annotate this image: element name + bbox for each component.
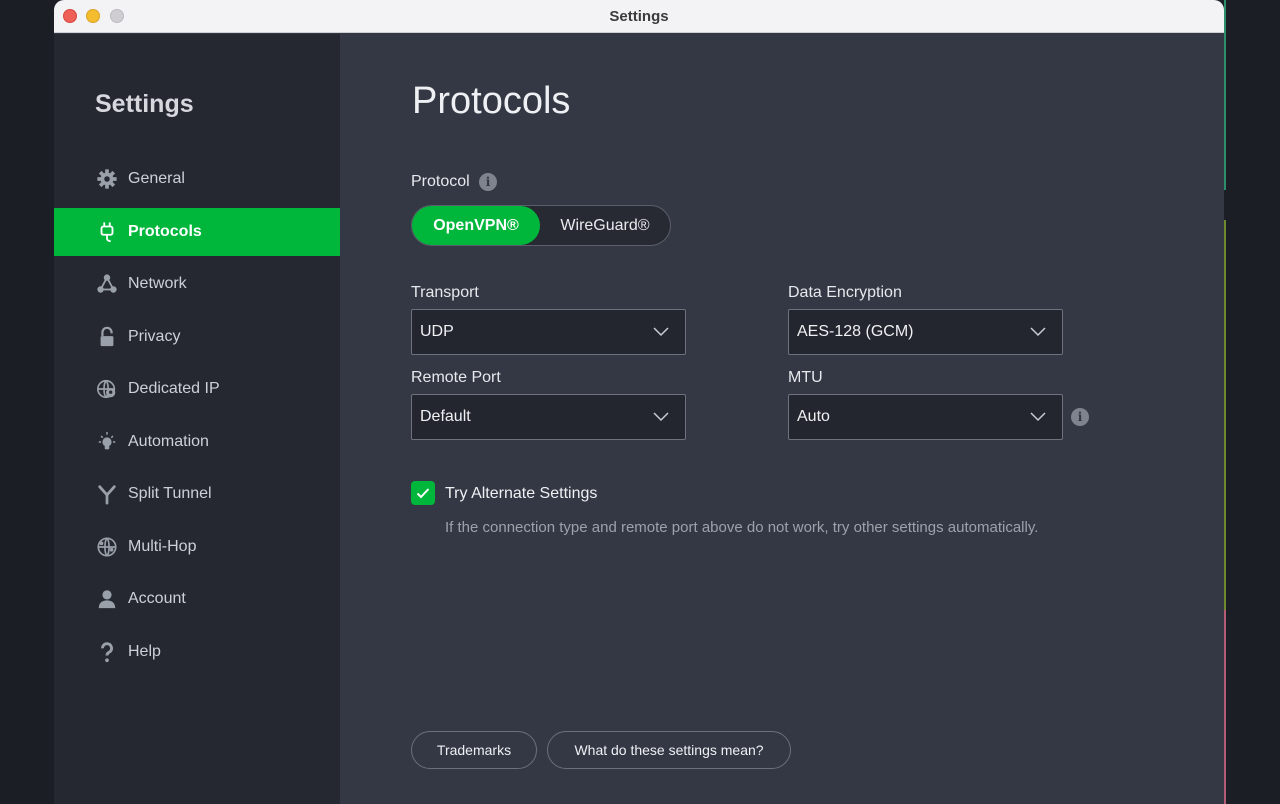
sidebar-item-protocols[interactable]: Protocols [54,208,340,256]
protocols-panel: Protocols Protocol i OpenVPN® WireGuard®… [340,34,1224,804]
mtu-label: MTU [788,369,823,386]
remote-port-label: Remote Port [411,369,501,386]
person-icon [95,587,119,611]
try-alternate-help-text: If the connection type and remote port a… [445,519,1039,536]
sidebar-item-label: Protocols [128,223,202,240]
chevron-down-icon [1030,327,1046,337]
sidebar-item-label: Multi-Hop [128,538,197,555]
protocol-label: Protocol [411,173,470,190]
sidebar-item-privacy[interactable]: Privacy [54,313,340,361]
protocol-option-openvpn[interactable]: OpenVPN® [412,206,540,245]
checkmark-icon [416,488,430,499]
transport-label: Transport [411,284,479,301]
desktop-accent [1224,220,1226,610]
mtu-dropdown[interactable]: Auto [788,394,1063,440]
lock-icon [95,325,119,349]
data-encryption-label: Data Encryption [788,284,902,301]
sidebar-item-label: Dedicated IP [128,380,220,397]
try-alternate-label[interactable]: Try Alternate Settings [445,485,597,503]
plug-icon [95,220,119,244]
desktop-background-right [1224,0,1280,804]
protocol-toggle: OpenVPN® WireGuard® [411,205,671,246]
chevron-down-icon [653,412,669,422]
protocol-option-wireguard[interactable]: WireGuard® [540,206,670,245]
sidebar-item-dedicated-ip[interactable]: Dedicated IP [54,365,340,413]
mtu-value: Auto [797,408,830,425]
sidebar-item-automation[interactable]: Automation [54,418,340,466]
settings-explanation-button[interactable]: What do these settings mean? [547,731,791,769]
window-title: Settings [609,8,669,25]
question-icon [95,640,119,664]
data-encryption-value: AES-128 (GCM) [797,323,914,340]
lightbulb-icon [95,430,119,454]
sidebar-title: Settings [95,90,194,118]
desktop-accent [1224,610,1226,804]
mtu-info-icon[interactable]: i [1071,408,1089,426]
sidebar: Settings General Protocols Network Priva… [54,34,340,804]
remote-port-dropdown[interactable]: Default [411,394,686,440]
sidebar-item-label: Privacy [128,328,181,345]
desktop-background-left [0,0,54,804]
protocol-info-icon[interactable]: i [479,173,497,191]
data-encryption-dropdown[interactable]: AES-128 (GCM) [788,309,1063,355]
try-alternate-checkbox[interactable] [411,481,435,505]
sidebar-item-split-tunnel[interactable]: Split Tunnel [54,470,340,518]
gear-icon [95,167,119,191]
split-icon [95,482,119,506]
sidebar-item-label: Split Tunnel [128,485,212,502]
desktop-accent [1224,0,1226,190]
trademarks-button[interactable]: Trademarks [411,731,537,769]
network-icon [95,272,119,296]
remote-port-value: Default [420,408,471,425]
chevron-down-icon [1030,412,1046,422]
transport-value: UDP [420,323,454,340]
transport-dropdown[interactable]: UDP [411,309,686,355]
sidebar-item-multi-hop[interactable]: Multi-Hop [54,523,340,571]
sidebar-item-label: General [128,170,185,187]
sidebar-item-label: Network [128,275,187,292]
multihop-globe-icon [95,535,119,559]
sidebar-item-help[interactable]: Help [54,628,340,676]
chevron-down-icon [653,327,669,337]
sidebar-item-general[interactable]: General [54,155,340,203]
settings-window: Settings Settings General Protocols Netw… [54,0,1224,804]
sidebar-item-label: Account [128,590,186,607]
sidebar-item-label: Help [128,643,161,660]
sidebar-item-network[interactable]: Network [54,260,340,308]
sidebar-item-account[interactable]: Account [54,575,340,623]
sidebar-item-label: Automation [128,433,209,450]
globe-pin-icon [95,377,119,401]
page-title: Protocols [412,80,571,122]
title-bar: Settings [54,0,1224,33]
